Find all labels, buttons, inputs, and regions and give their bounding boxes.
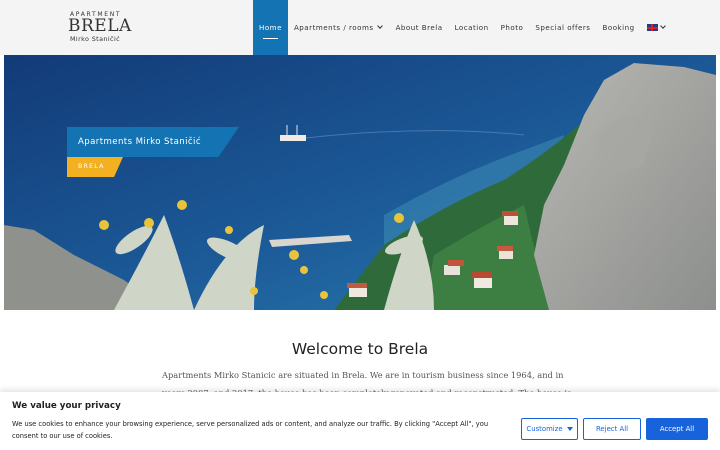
customize-button[interactable]: Customize bbox=[521, 418, 578, 440]
nav-label-home: Home bbox=[259, 23, 282, 32]
caret-down-icon bbox=[566, 427, 573, 431]
hero-location-tag: BRELA bbox=[67, 157, 123, 177]
logo-line-owner: Mirko Staničić bbox=[70, 35, 121, 43]
hero-title: Apartments Mirko Staničić bbox=[67, 127, 239, 157]
nav-label-location: Location bbox=[454, 23, 489, 32]
nav-item-booking[interactable]: Booking bbox=[591, 0, 635, 55]
main-nav: Home Apartments / rooms About Brela Loca… bbox=[253, 0, 666, 55]
nav-label-booking: Booking bbox=[602, 23, 635, 32]
welcome-text-line-1: Apartments Mirko Stanicic are situated i… bbox=[162, 370, 564, 380]
cookie-consent-banner: We value your privacy We use cookies to … bbox=[0, 392, 720, 450]
accept-all-button[interactable]: Accept All bbox=[646, 418, 708, 440]
nav-item-apartments[interactable]: Apartments / rooms bbox=[288, 0, 383, 55]
hero-photo bbox=[4, 55, 716, 310]
nav-item-about-brela[interactable]: About Brela bbox=[382, 0, 443, 55]
cookie-title: We value your privacy bbox=[12, 401, 121, 411]
language-switcher[interactable] bbox=[635, 0, 666, 55]
site-header: APARTMENT BRELA Mirko Staničić Home Apar… bbox=[0, 0, 720, 55]
nav-label-photo: Photo bbox=[500, 23, 524, 32]
nav-item-home[interactable]: Home bbox=[253, 0, 288, 55]
nav-item-location[interactable]: Location bbox=[443, 0, 489, 55]
nav-label-apartments: Apartments / rooms bbox=[293, 23, 374, 32]
nav-item-special-offers[interactable]: Special offers bbox=[523, 0, 590, 55]
logo-line-brela: BRELA bbox=[68, 16, 132, 36]
chevron-down-icon bbox=[659, 23, 666, 29]
reject-all-button[interactable]: Reject All bbox=[583, 418, 641, 440]
nav-label-special-offers: Special offers bbox=[535, 23, 591, 32]
hero-banner: Apartments Mirko Staničić BRELA bbox=[4, 55, 716, 310]
nav-item-photo[interactable]: Photo bbox=[489, 0, 524, 55]
cookie-description: We use cookies to enhance your browsing … bbox=[12, 420, 489, 440]
uk-flag-icon bbox=[646, 24, 658, 31]
site-logo[interactable]: APARTMENT BRELA Mirko Staničić bbox=[66, 11, 131, 43]
nav-label-about: About Brela bbox=[395, 23, 443, 32]
welcome-heading: Welcome to Brela bbox=[291, 340, 429, 358]
page: APARTMENT BRELA Mirko Staničić Home Apar… bbox=[0, 0, 720, 450]
customize-label: Customize bbox=[526, 425, 563, 433]
